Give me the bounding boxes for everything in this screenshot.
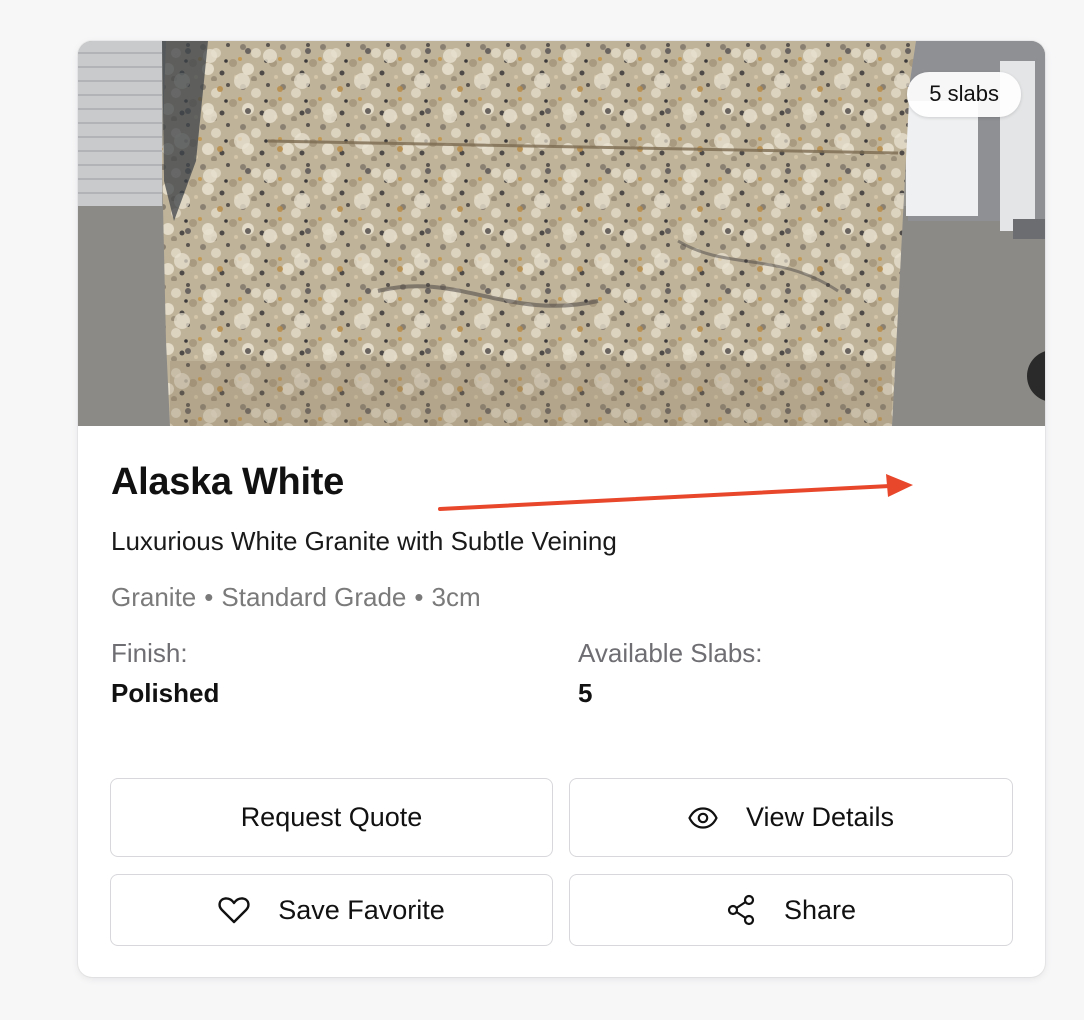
view-details-button[interactable]: View Details [569,778,1013,857]
slab-count-badge: 5 slabs [907,72,1021,117]
heart-icon [218,896,250,924]
eye-icon [688,806,718,829]
product-meta: Granite • Standard Grade • 3cm [111,582,481,613]
available-slabs-label: Available Slabs: [578,638,763,668]
meta-separator: • [204,582,214,612]
material-text: Granite [111,582,197,612]
product-card: 5 slabs Alaska White Luxurious White Gra… [78,41,1045,977]
meta-separator: • [414,582,424,612]
product-title: Alaska White [111,461,344,503]
product-tagline: Luxurious White Granite with Subtle Vein… [111,526,617,556]
available-slabs-value: 5 [578,678,593,708]
request-quote-button[interactable]: Request Quote [110,778,553,857]
view-details-label: View Details [745,802,895,832]
thickness-text: 3cm [431,582,481,612]
save-favorite-button[interactable]: Save Favorite [110,874,553,946]
finish-value: Polished [111,678,220,708]
slab-image [78,41,1045,426]
share-icon [726,894,756,926]
slab-photo[interactable]: 5 slabs [78,41,1045,426]
save-favorite-label: Save Favorite [278,894,445,925]
finish-label: Finish: [111,638,188,668]
request-quote-label: Request Quote [240,802,423,832]
grade-text: Standard Grade [221,582,407,612]
share-button[interactable]: Share [569,874,1013,946]
share-label: Share [783,894,857,925]
